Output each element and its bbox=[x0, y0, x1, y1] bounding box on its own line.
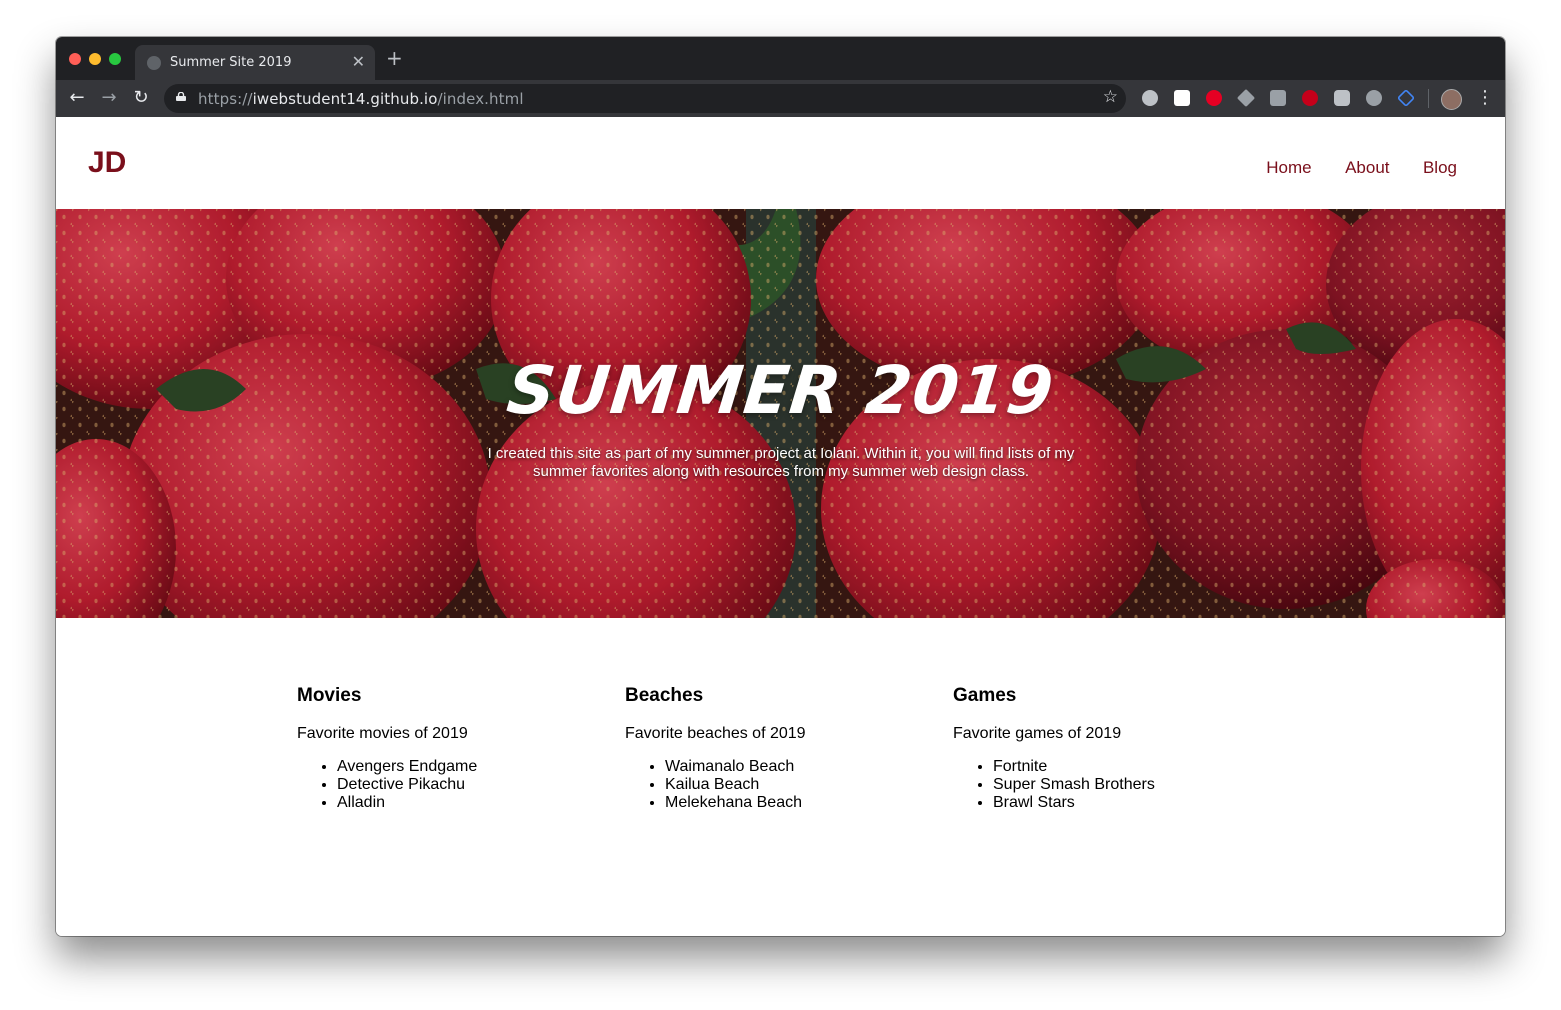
list-item: Brawl Stars bbox=[993, 794, 1253, 812]
minimize-window-button[interactable] bbox=[89, 53, 101, 65]
list-item: Kailua Beach bbox=[665, 776, 925, 794]
adblock-icon[interactable] bbox=[1302, 90, 1318, 106]
movies-column: Movies Favorite movies of 2019 Avengers … bbox=[297, 685, 597, 812]
tab-title: Summer Site 2019 bbox=[170, 55, 292, 70]
address-bar[interactable]: https://iwebstudent14.github.io/index.ht… bbox=[164, 84, 1126, 113]
webpage: JD Home About Blog SUMMER 2019 I created… bbox=[56, 117, 1505, 936]
gear-extension-icon[interactable] bbox=[1142, 90, 1158, 106]
more-menu-icon[interactable]: ⋮ bbox=[1476, 87, 1494, 109]
url-text: https://iwebstudent14.github.io/index.ht… bbox=[198, 90, 524, 108]
bookmark-star-icon[interactable]: ☆ bbox=[1103, 87, 1118, 107]
list-item: Fortnite bbox=[993, 758, 1253, 776]
site-nav: Home About Blog bbox=[1237, 158, 1457, 178]
hero-description: I created this site as part of my summer… bbox=[487, 445, 1075, 480]
site-logo[interactable]: JD bbox=[88, 146, 126, 180]
list-item: Melekehana Beach bbox=[665, 794, 925, 812]
column-subtitle: Favorite games of 2019 bbox=[953, 725, 1122, 742]
triangle-extension-icon[interactable] bbox=[1396, 88, 1416, 108]
lock-icon bbox=[176, 92, 186, 101]
column-heading: Movies bbox=[297, 685, 362, 706]
lightbulb-icon[interactable] bbox=[1334, 90, 1350, 106]
back-button[interactable]: ← bbox=[66, 87, 88, 109]
list-item: Alladin bbox=[337, 794, 597, 812]
extension-u-icon[interactable] bbox=[1366, 90, 1382, 106]
forward-button[interactable]: → bbox=[98, 87, 120, 109]
close-window-button[interactable] bbox=[69, 53, 81, 65]
list-item: Detective Pikachu bbox=[337, 776, 597, 794]
column-subtitle: Favorite movies of 2019 bbox=[297, 725, 468, 742]
column-subtitle: Favorite beaches of 2019 bbox=[625, 725, 806, 742]
hero-title: SUMMER 2019 bbox=[503, 352, 1058, 429]
camera-icon[interactable] bbox=[1270, 90, 1286, 106]
favorites-list: Fortnite Super Smash Brothers Brawl Star… bbox=[953, 758, 1253, 812]
browser-window: Summer Site 2019 ✕ + ← → ↻ https://iwebs… bbox=[56, 37, 1505, 936]
list-item: Super Smash Brothers bbox=[993, 776, 1253, 794]
games-column: Games Favorite games of 2019 Fortnite Su… bbox=[953, 685, 1253, 812]
column-heading: Beaches bbox=[625, 685, 704, 706]
pinterest-icon[interactable] bbox=[1206, 90, 1222, 106]
nav-link-home[interactable]: Home bbox=[1266, 158, 1311, 177]
favorites-list: Waimanalo Beach Kailua Beach Melekehana … bbox=[625, 758, 925, 812]
maximize-window-button[interactable] bbox=[109, 53, 121, 65]
tab-bar: Summer Site 2019 ✕ + bbox=[56, 37, 1505, 80]
nav-link-blog[interactable]: Blog bbox=[1423, 158, 1457, 177]
column-heading: Games bbox=[953, 685, 1017, 706]
reload-button[interactable]: ↻ bbox=[130, 87, 152, 109]
new-tab-button[interactable]: + bbox=[386, 48, 403, 68]
browser-toolbar: ← → ↻ https://iwebstudent14.github.io/in… bbox=[56, 80, 1505, 117]
browser-tab[interactable]: Summer Site 2019 ✕ bbox=[135, 45, 375, 80]
hero-banner: SUMMER 2019 I created this site as part … bbox=[56, 209, 1505, 618]
nav-link-about[interactable]: About bbox=[1345, 158, 1389, 177]
extension-icon[interactable] bbox=[1174, 90, 1190, 106]
drive-icon[interactable] bbox=[1236, 88, 1256, 108]
close-tab-icon[interactable]: ✕ bbox=[352, 52, 365, 71]
beaches-column: Beaches Favorite beaches of 2019 Waimana… bbox=[625, 685, 925, 812]
globe-icon bbox=[147, 56, 161, 70]
profile-avatar[interactable] bbox=[1441, 89, 1462, 110]
list-item: Waimanalo Beach bbox=[665, 758, 925, 776]
toolbar-divider bbox=[1428, 89, 1429, 108]
list-item: Avengers Endgame bbox=[337, 758, 597, 776]
favorites-list: Avengers Endgame Detective Pikachu Allad… bbox=[297, 758, 597, 812]
